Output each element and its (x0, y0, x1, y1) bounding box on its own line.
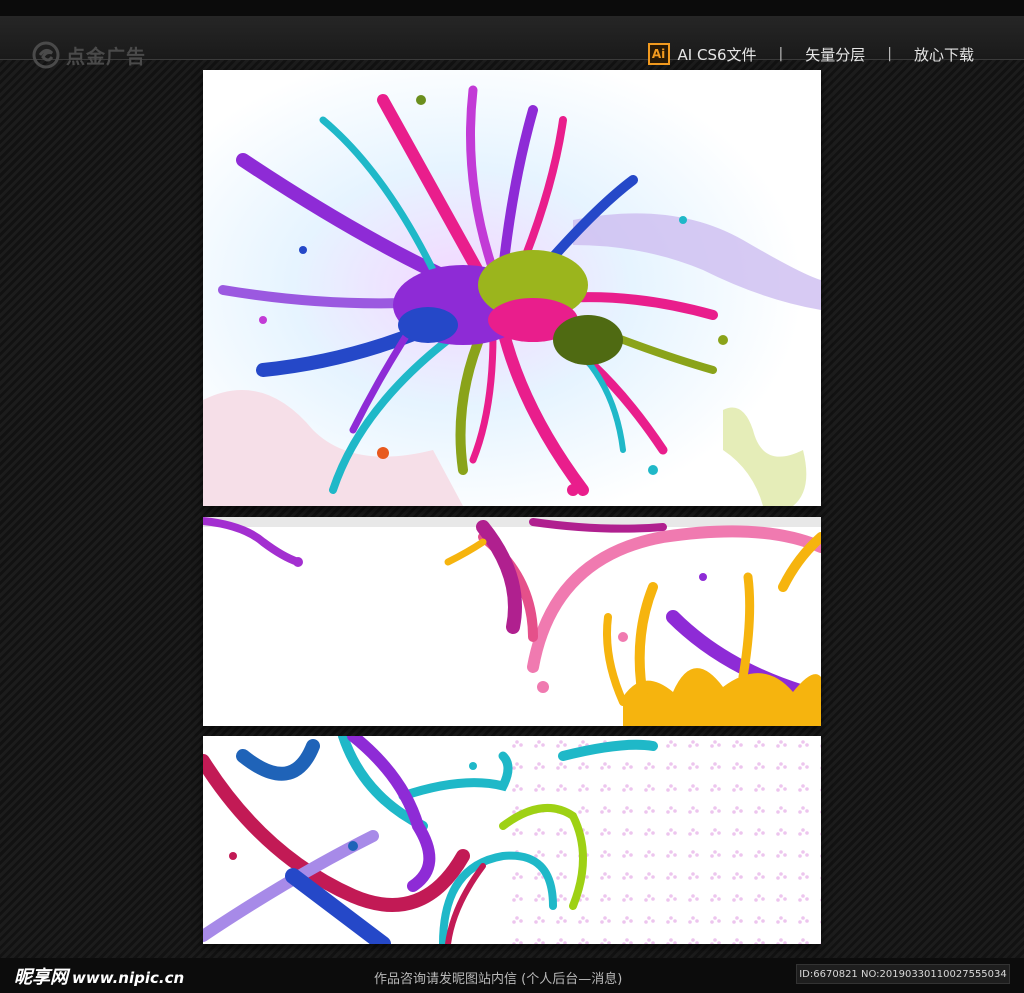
footer-bar: 昵享网 www.nipic.cn 作品咨询请发昵图站内信 (个人后台—消息) ID… (0, 958, 1024, 993)
site-logo[interactable]: 昵享网 www.nipic.cn (14, 963, 184, 989)
paint-splash-artwork (203, 70, 821, 506)
format-label: AI CS6文件 (677, 45, 757, 64)
banner-panel-middle (203, 517, 821, 726)
paint-ribbon-artwork (203, 517, 821, 726)
download-link[interactable]: 放心下载 (914, 44, 974, 65)
site-logo-text: 昵享网 (14, 967, 68, 988)
layers-link[interactable]: 矢量分层 (805, 44, 865, 65)
ai-file-icon: Ai (647, 43, 670, 65)
site-url[interactable]: www.nipic.cn (72, 969, 184, 987)
contact-note: 作品咨询请发昵图站内信 (个人后台—消息) (374, 972, 623, 987)
brand-logo[interactable]: 点金广告 (32, 40, 146, 70)
banner-panel-bottom (203, 736, 821, 944)
top-bar: 点金广告 Ai AI CS6文件 | 矢量分层 | 放心下载 (0, 0, 1024, 69)
separator: | (887, 46, 892, 62)
banner-panel-top (203, 70, 821, 506)
swirl-logo-icon (32, 41, 60, 69)
top-links: Ai AI CS6文件 | 矢量分层 | 放心下载 (647, 40, 974, 68)
separator: | (778, 46, 784, 62)
paint-swirl-artwork (203, 736, 821, 944)
brand-logo-text: 点金广告 (66, 45, 147, 68)
image-id-badge: ID:6670821 NO:20190330110027555034 (796, 964, 1010, 984)
